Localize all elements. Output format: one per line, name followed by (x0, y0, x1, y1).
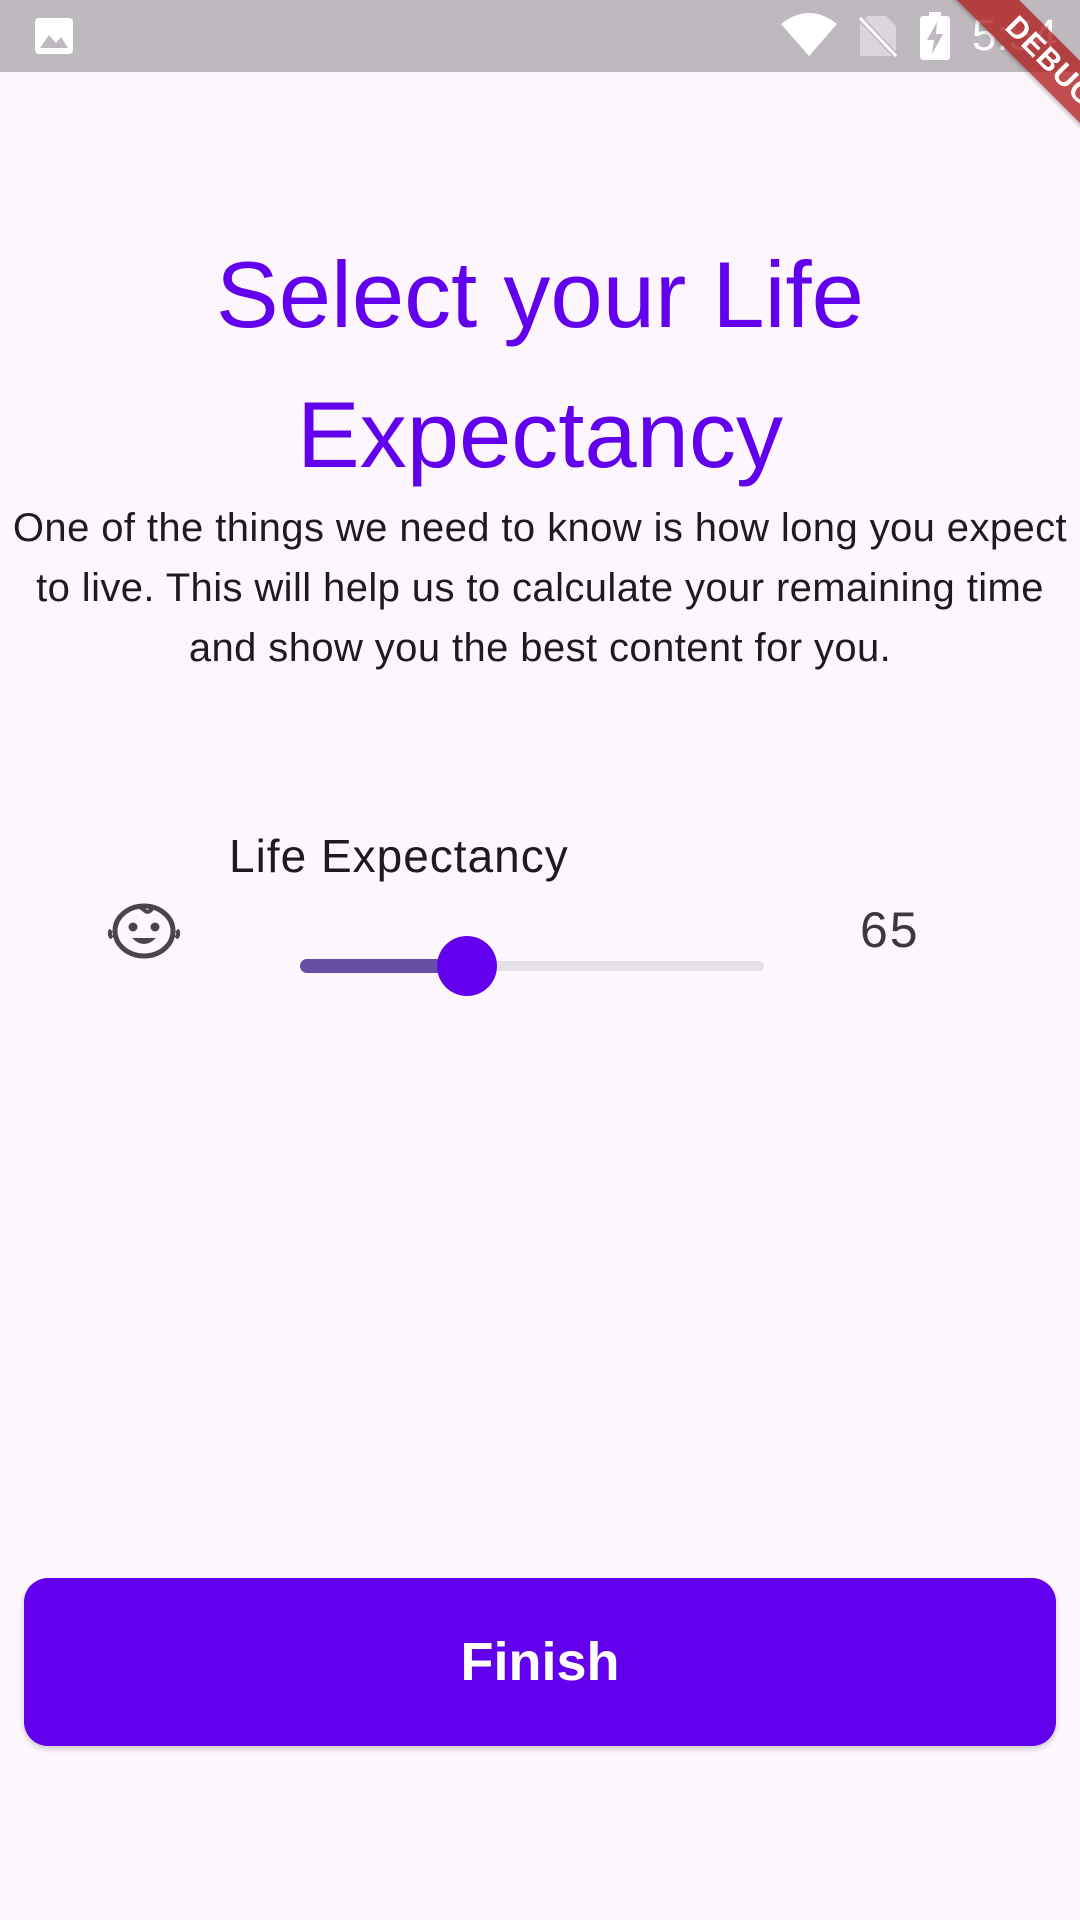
slider-label: Life Expectancy (229, 830, 569, 882)
life-expectancy-screen: 5:54 DEBUG Select your Life Expectancy O… (0, 0, 1080, 1920)
finish-button[interactable]: Finish (24, 1578, 1056, 1746)
battery-charging-icon (920, 12, 950, 60)
slider-thumb[interactable] (437, 936, 497, 996)
page-title: Select your Life Expectancy (216, 242, 864, 487)
life-expectancy-slider[interactable] (300, 936, 764, 996)
status-bar: 5:54 (0, 0, 1080, 72)
slider-value: 65 (860, 902, 920, 958)
wifi-icon (781, 13, 837, 56)
no-sim-icon (858, 15, 898, 58)
gallery-icon (35, 18, 73, 54)
baby-face-icon (108, 903, 180, 959)
page-description: One of the things we need to know is how… (12, 506, 1068, 670)
